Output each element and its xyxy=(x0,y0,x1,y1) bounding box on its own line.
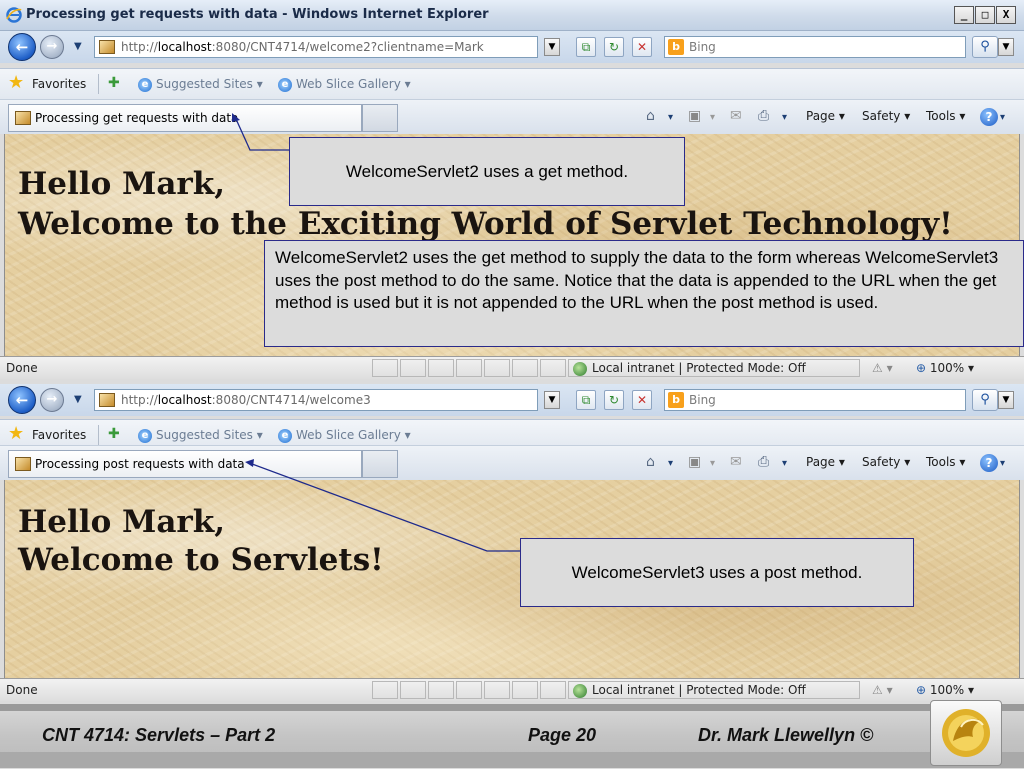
footer-bottom-band xyxy=(0,752,1024,768)
get-method-callout: WelcomeServlet2 uses a get method. xyxy=(289,137,685,206)
callout-connectors xyxy=(232,113,520,552)
footer-author: Dr. Mark Llewellyn © xyxy=(698,725,874,745)
footer-divider xyxy=(0,704,1024,711)
footer-course-title: CNT 4714: Servlets – Part 2 xyxy=(42,725,276,745)
post-method-callout: WelcomeServlet3 uses a post method. xyxy=(520,538,914,607)
post-callout-connector xyxy=(251,463,520,552)
post-callout-arrowhead xyxy=(245,459,254,467)
get-callout-connector xyxy=(235,118,290,151)
get-vs-post-explanation-callout: WelcomeServlet2 uses the get method to s… xyxy=(264,240,1024,347)
ucf-pegasus-logo-icon xyxy=(930,700,1002,766)
get-callout-arrowhead xyxy=(232,113,240,122)
footer-page-number: Page 20 xyxy=(528,725,597,745)
